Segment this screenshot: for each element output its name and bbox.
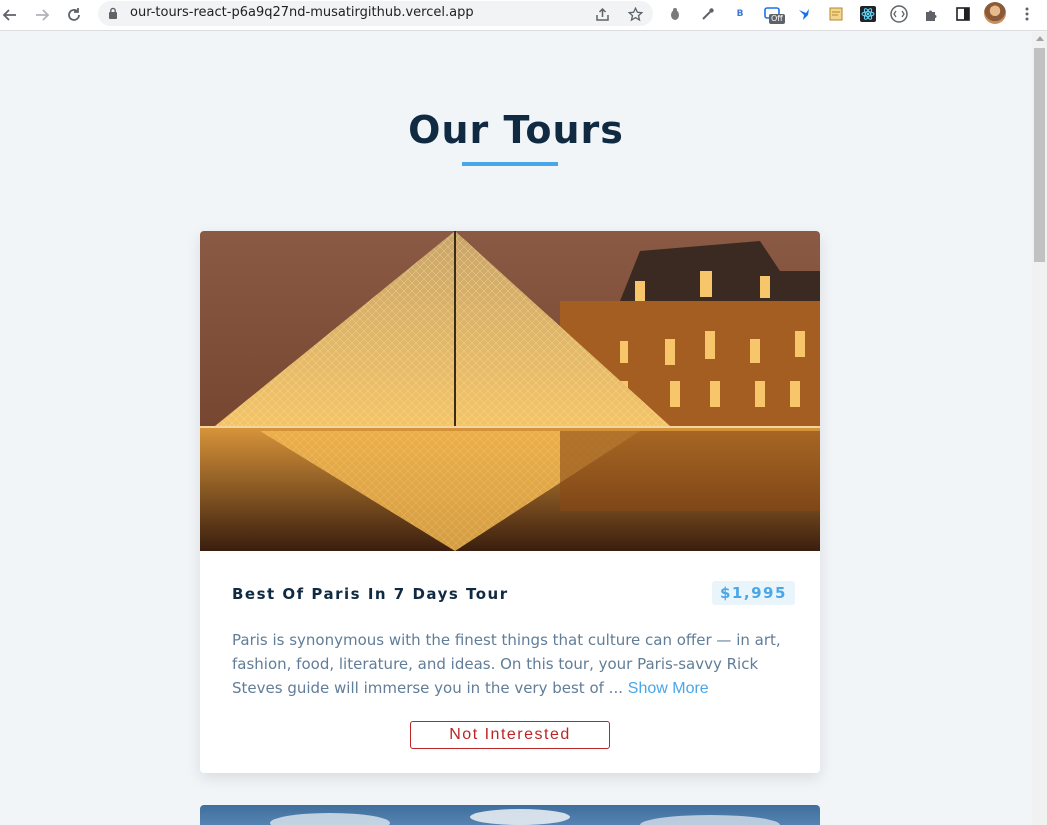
extension-toggle-off[interactable]: Off <box>761 3 785 25</box>
share-button[interactable] <box>592 4 612 24</box>
puzzle-icon <box>925 10 936 21</box>
extension-code[interactable] <box>888 3 910 25</box>
not-interested-button[interactable]: Not Interested <box>410 721 610 749</box>
scroll-up-button[interactable] <box>1032 36 1047 46</box>
address-bar[interactable]: our-tours-react-p6a9q27nd-musatirgithub.… <box>98 1 653 26</box>
reload-icon <box>68 8 80 21</box>
caret-up-icon <box>1035 36 1044 41</box>
url-text: our-tours-react-p6a9q27nd-musatirgithub.… <box>130 5 474 20</box>
extension-bird[interactable] <box>793 3 815 25</box>
bookmark-button[interactable] <box>625 4 645 24</box>
tour-card: Best Of Paris In 7 Days Tour $1,995 Pari… <box>200 231 820 773</box>
profile-avatar[interactable] <box>984 2 1006 24</box>
extension-letter-b: B <box>736 9 744 19</box>
tour-image <box>270 809 780 825</box>
extension-bug[interactable] <box>664 3 686 25</box>
back-button[interactable] <box>0 3 22 27</box>
extensions-menu-button[interactable] <box>920 3 942 25</box>
eyedropper-icon <box>702 8 714 20</box>
react-icon <box>860 6 876 22</box>
off-badge: Off <box>769 14 785 24</box>
note-icon <box>829 7 843 21</box>
browser-menu-button[interactable] <box>1016 3 1038 25</box>
extension-react-devtools[interactable] <box>857 3 879 25</box>
bird-icon <box>799 9 809 20</box>
side-panel-button[interactable] <box>952 3 974 25</box>
bug-icon <box>671 8 679 20</box>
title-underline <box>462 162 558 166</box>
reload-button[interactable] <box>62 3 86 27</box>
lock-icon <box>109 7 117 19</box>
side-panel-icon <box>956 7 970 21</box>
page-title: Our Tours <box>408 108 624 152</box>
star-icon <box>627 6 643 21</box>
tour-image <box>200 231 820 551</box>
extension-eyedropper[interactable] <box>697 3 719 25</box>
extension-notes[interactable] <box>825 3 847 25</box>
show-more-button[interactable]: Show More <box>628 680 709 697</box>
code-icon <box>890 5 908 23</box>
kebab-menu-icon <box>1025 7 1029 21</box>
share-icon <box>595 7 609 21</box>
extension-b[interactable]: B <box>729 3 751 25</box>
tour-card <box>200 805 820 825</box>
tour-price-badge: $1,995 <box>712 581 795 605</box>
scrollbar-thumb[interactable] <box>1034 48 1045 262</box>
arrow-left-icon <box>2 9 16 21</box>
tour-description: Paris is synonymous with the finest thin… <box>232 628 792 701</box>
page-scrollbar[interactable] <box>1032 32 1047 825</box>
browser-toolbar: our-tours-react-p6a9q27nd-musatirgithub.… <box>0 0 1047 31</box>
tour-name: Best Of Paris In 7 Days Tour <box>232 585 509 603</box>
arrow-right-icon <box>36 9 50 21</box>
forward-button[interactable] <box>30 3 54 27</box>
